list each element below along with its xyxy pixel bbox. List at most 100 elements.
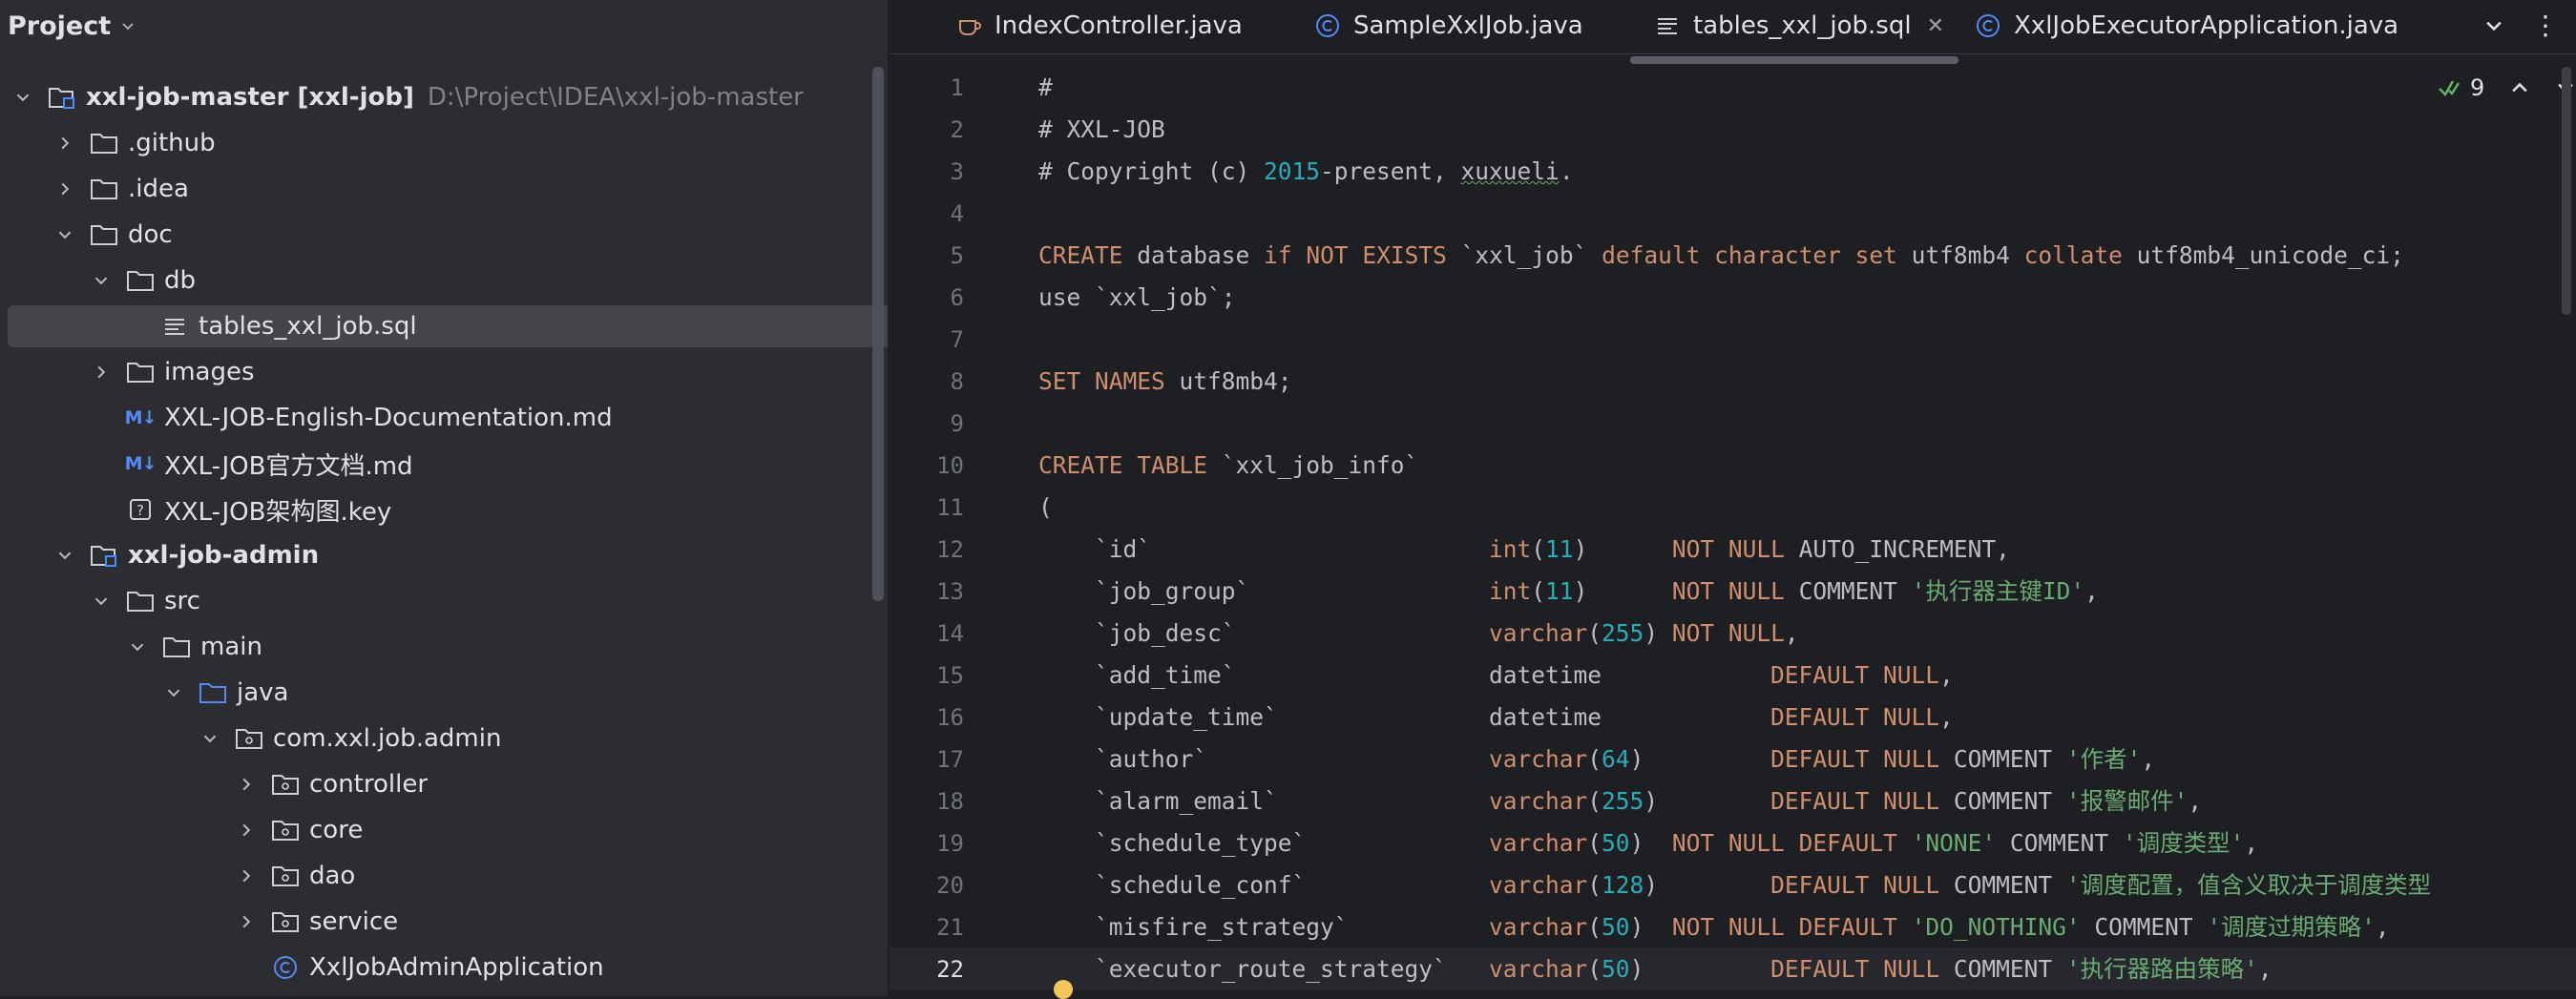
chevron-down-icon[interactable] (162, 681, 185, 704)
line-number[interactable]: 6 (890, 277, 964, 319)
code-line[interactable]: SET NAMES utf8mb4; (1038, 361, 1292, 403)
code-line[interactable]: `schedule_type` varchar(50) NOT NULL DEF… (1038, 822, 2258, 864)
tree-item-db[interactable]: db (8, 260, 888, 302)
line-number[interactable]: 14 (890, 613, 964, 655)
tree-item-controller[interactable]: controller (8, 763, 888, 805)
line-number[interactable]: 8 (890, 361, 964, 403)
line-number[interactable]: 10 (890, 445, 964, 487)
code-token: AUTO_INCREMENT, (1784, 535, 2010, 563)
code-token: 255 (1602, 787, 1644, 815)
tree-item-admin-application[interactable]: XxlJobAdminApplication (8, 947, 888, 989)
code-line[interactable]: `executor_route_strategy` varchar(50) DE… (1038, 948, 2272, 990)
code-line[interactable]: use `xxl_job`; (1038, 277, 1236, 319)
tree-item-english-doc[interactable]: M↓ XXL-JOB-English-Documentation.md (8, 397, 888, 439)
line-number[interactable]: 5 (890, 235, 964, 277)
line-number[interactable]: 18 (890, 780, 964, 822)
chevron-right-icon[interactable] (235, 910, 258, 933)
code-line[interactable]: `schedule_conf` varchar(128) DEFAULT NUL… (1038, 864, 2431, 906)
line-number[interactable]: 2 (890, 109, 964, 151)
tree-item-core[interactable]: core (8, 809, 888, 851)
tree-item-tables-xxl-job-sql[interactable]: tables_xxl_job.sql (8, 305, 888, 347)
project-panel-title[interactable]: Project (8, 11, 111, 41)
chevron-down-icon[interactable] (199, 727, 221, 750)
chevron-right-icon[interactable] (90, 361, 113, 384)
tab-executor-application[interactable]: XxlJobExecutorApplication.java (1974, 0, 2398, 52)
tree-item-service[interactable]: service (8, 901, 888, 943)
chevron-down-icon[interactable] (53, 544, 76, 567)
line-number[interactable]: 4 (890, 193, 964, 235)
tab-sample-xxl-job[interactable]: SampleXxlJob.java (1313, 0, 1583, 52)
lightbulb-icon[interactable] (1054, 980, 1073, 999)
tree-item-idea[interactable]: .idea (8, 168, 888, 210)
line-number[interactable]: 19 (890, 822, 964, 864)
code-line[interactable]: # XXL-JOB (1038, 109, 1165, 151)
code-line[interactable]: CREATE TABLE `xxl_job_info` (1038, 445, 1418, 487)
chevron-up-icon[interactable] (2509, 77, 2530, 98)
tree-item-architecture-key[interactable]: ? XXL-JOB架构图.key (8, 489, 888, 531)
line-number[interactable]: 12 (890, 529, 964, 571)
code-line[interactable]: `job_group` int(11) NOT NULL COMMENT '执行… (1038, 571, 2099, 613)
code-line[interactable]: CREATE database if NOT EXISTS `xxl_job` … (1038, 235, 2404, 277)
line-number[interactable]: 3 (890, 151, 964, 193)
code-token: `author` (1038, 745, 1490, 773)
line-number[interactable]: 17 (890, 739, 964, 780)
code-token: `id` (1038, 535, 1490, 563)
tree-item-official-doc[interactable]: M↓ XXL-JOB官方文档.md (8, 443, 888, 485)
line-number[interactable]: 7 (890, 319, 964, 361)
code-token: varchar (1489, 913, 1588, 941)
line-number[interactable]: 9 (890, 403, 964, 445)
tab-tables-xxl-job-sql[interactable]: tables_xxl_job.sql ✕ (1653, 0, 1944, 52)
code-line[interactable]: `alarm_email` varchar(255) DEFAULT NULL … (1038, 780, 2202, 822)
line-number[interactable]: 22 (890, 948, 964, 990)
more-vertical-icon[interactable]: ⋮ (2531, 10, 2560, 42)
line-number[interactable]: 13 (890, 571, 964, 613)
code-line[interactable]: `update_time` datetime DEFAULT NULL, (1038, 697, 1954, 739)
code-line[interactable]: ( (1038, 487, 1053, 529)
code-line[interactable]: `add_time` datetime DEFAULT NULL, (1038, 655, 1954, 697)
code-line[interactable]: `misfire_strategy` varchar(50) NOT NULL … (1038, 906, 2390, 948)
project-panel-scrollbar[interactable] (872, 67, 884, 601)
tree-item-xxl-job-master[interactable]: xxl-job-master [xxl-job] D:\Project\IDEA… (8, 76, 869, 118)
close-icon[interactable]: ✕ (1927, 14, 1944, 38)
code-line[interactable]: # Copyright (c) 2015-present, xuxueli. (1038, 151, 1574, 193)
code-line[interactable]: `job_desc` varchar(255) NOT NULL, (1038, 613, 1799, 655)
line-number[interactable]: 21 (890, 906, 964, 948)
tree-item-doc[interactable]: doc (8, 214, 888, 256)
code-line[interactable]: # (1038, 67, 1053, 109)
chevron-right-icon[interactable] (235, 773, 258, 796)
tree-item-xxl-job-admin[interactable]: xxl-job-admin (8, 534, 888, 576)
tree-item-images[interactable]: images (8, 351, 888, 393)
code-line[interactable]: `author` varchar(64) DEFAULT NULL COMMEN… (1038, 739, 2155, 780)
chevron-down-icon[interactable] (11, 86, 34, 109)
line-number[interactable]: 16 (890, 697, 964, 739)
line-number[interactable]: 1 (890, 67, 964, 109)
editor-scrollbar[interactable] (2562, 67, 2571, 315)
chevron-right-icon[interactable] (53, 177, 76, 200)
chevron-right-icon[interactable] (235, 864, 258, 887)
tree-item-github[interactable]: .github (8, 122, 888, 164)
tree-item-dao[interactable]: dao (8, 855, 888, 897)
tree-item-main[interactable]: main (8, 626, 888, 668)
chevron-down-icon[interactable] (120, 18, 136, 33)
line-number[interactable]: 20 (890, 864, 964, 906)
tab-index-controller[interactable]: IndexController.java (954, 0, 1243, 52)
inspection-widget[interactable]: 9 (2438, 74, 2576, 101)
tree-item-package-admin[interactable]: com.xxl.job.admin (8, 718, 888, 760)
code-line[interactable]: `id` int(11) NOT NULL AUTO_INCREMENT, (1038, 529, 2010, 571)
code-token: `misfire_strategy` (1038, 913, 1490, 941)
tree-item-src[interactable]: src (8, 580, 888, 622)
line-number[interactable]: 11 (890, 487, 964, 529)
chevron-down-icon[interactable] (90, 269, 113, 292)
chevron-down-icon[interactable] (2482, 13, 2506, 38)
chevron-down-icon[interactable] (126, 635, 149, 658)
code-token: '调度类型' (2122, 829, 2245, 857)
code-token: 64 (1602, 745, 1630, 773)
tree-item-java[interactable]: java (8, 672, 888, 714)
line-number[interactable]: 15 (890, 655, 964, 697)
chevron-right-icon[interactable] (235, 819, 258, 842)
chevron-down-icon[interactable] (53, 223, 76, 246)
chevron-right-icon[interactable] (53, 132, 76, 155)
code-token: '作者' (2065, 745, 2142, 773)
chevron-down-icon[interactable] (90, 590, 113, 613)
project-panel-header[interactable]: Project (0, 0, 888, 52)
